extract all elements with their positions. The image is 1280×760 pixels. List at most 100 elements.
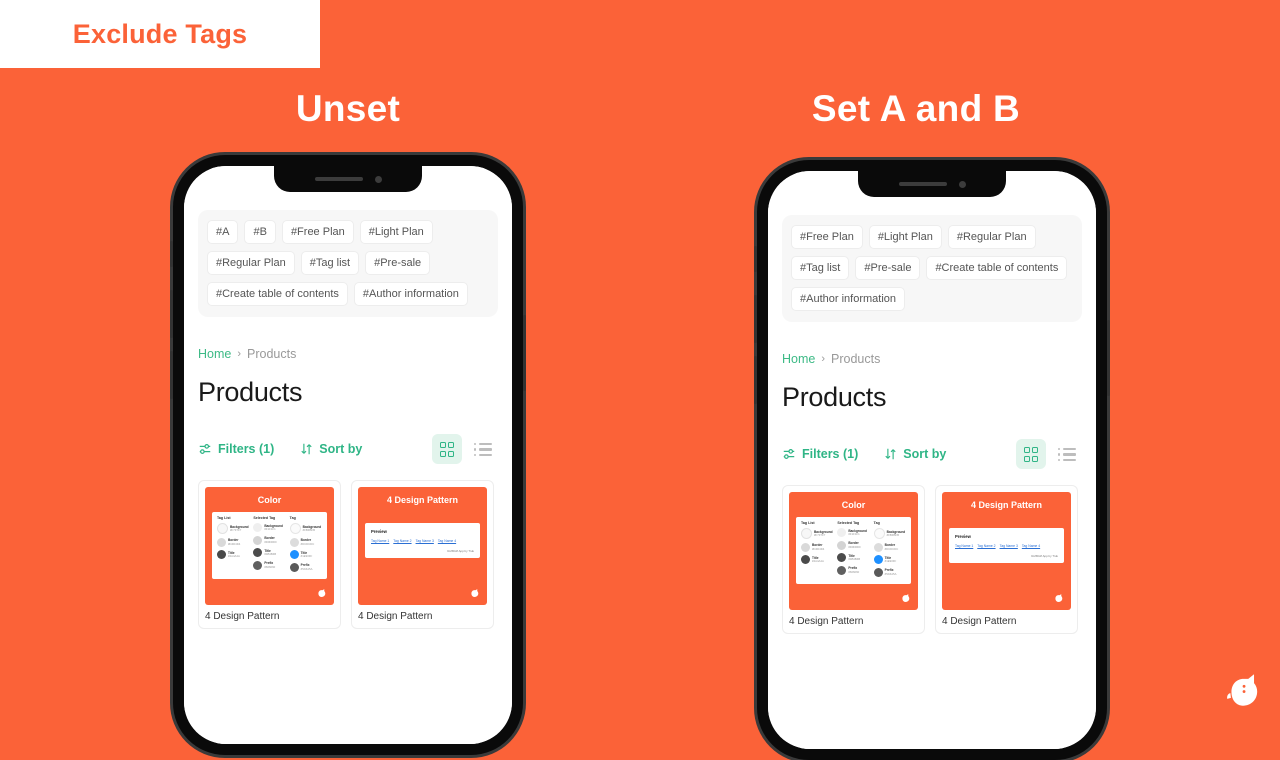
swatch-dot bbox=[217, 537, 226, 547]
swatch-row: Title #4B4B4B bbox=[253, 548, 285, 558]
dog-head-icon bbox=[318, 589, 326, 598]
breadcrumb-current: Products bbox=[831, 352, 881, 367]
grid-view-button[interactable] bbox=[1016, 439, 1046, 470]
list-view-button[interactable] bbox=[1052, 439, 1082, 469]
color-column-head: Tag bbox=[289, 516, 296, 521]
volume-up-button[interactable] bbox=[170, 290, 173, 338]
preview-link[interactable]: Tag Name 1 bbox=[955, 544, 973, 548]
app-viewport-set-a-and-b: #Free Plan #Light Plan #Regular Plan #Ta… bbox=[768, 171, 1096, 749]
swatch-hex: #4A4A4A bbox=[812, 559, 824, 564]
preview-link[interactable]: Tag Name 3 bbox=[416, 539, 434, 543]
swatch-hex: #D4D4D4 bbox=[812, 546, 825, 551]
tag-pill[interactable]: #Regular Plan bbox=[207, 251, 295, 276]
swatch-hex: #D0D0D0 bbox=[264, 539, 277, 544]
panel-title-set-a-and-b: Set A and B bbox=[811, 88, 1021, 129]
swatch-hex: #D0D0D0 bbox=[848, 544, 861, 549]
swatch-dot bbox=[253, 535, 263, 545]
phone-notch bbox=[274, 166, 422, 192]
product-thumbnail: Color Tag List Background #F7F7F7 Border… bbox=[789, 492, 918, 611]
sort-by-button[interactable]: Sort by bbox=[300, 442, 362, 456]
filters-button[interactable]: Filters (1) bbox=[198, 442, 274, 456]
camera-icon bbox=[958, 180, 966, 188]
preview-link[interactable]: Tag Name 1 bbox=[371, 539, 389, 543]
volume-down-button[interactable] bbox=[754, 356, 757, 404]
header-badge-label: Exclude Tags bbox=[72, 18, 248, 49]
color-column-head: Tag List bbox=[217, 516, 231, 521]
swatch-row: Background #FBFBFB bbox=[289, 523, 322, 535]
preview-links: Tag Name 1 Tag Name 2 Tag Name 3 Tag Nam… bbox=[371, 539, 474, 543]
preview-link[interactable]: Tag Name 4 bbox=[438, 539, 456, 543]
preview-link[interactable]: Tag Name 4 bbox=[1022, 544, 1040, 548]
tag-pill[interactable]: #Create table of contents bbox=[926, 256, 1068, 281]
tag-pill[interactable]: #Author information bbox=[791, 287, 905, 312]
preview-link[interactable]: Tag Name 2 bbox=[393, 539, 411, 543]
swatch-hex: #DCDCDC bbox=[884, 546, 899, 551]
swatch-row: Prefix #606060 bbox=[837, 565, 869, 575]
thumbnail-inner-panel: Preview Tag Name 1 Tag Name 2 Tag Name 3… bbox=[949, 528, 1064, 564]
tag-pill[interactable]: #Author information bbox=[353, 282, 468, 307]
silent-switch[interactable] bbox=[754, 246, 757, 272]
color-column-head: Tag List bbox=[801, 521, 815, 526]
tag-pill[interactable]: #Pre-sale bbox=[365, 251, 431, 276]
product-caption: 4 Design Pattern bbox=[789, 616, 864, 628]
panel-title-unset: Unset bbox=[295, 88, 401, 129]
tag-pill[interactable]: #Regular Plan bbox=[947, 225, 1036, 250]
color-column: Tag Background #FBFBFB Border #DCDCDC Ti… bbox=[873, 521, 906, 580]
grid-view-button[interactable] bbox=[432, 434, 462, 465]
power-button[interactable] bbox=[523, 315, 526, 391]
product-card[interactable]: 4 Design Pattern Preview Tag Name 1 Tag … bbox=[935, 485, 1078, 635]
tag-pill[interactable]: #B bbox=[244, 220, 276, 245]
tag-pill[interactable]: #Free Plan bbox=[281, 220, 354, 245]
volume-down-button[interactable] bbox=[170, 351, 173, 399]
volume-up-button[interactable] bbox=[754, 295, 757, 343]
swatch-row: Prefix #5A5A5A bbox=[873, 567, 906, 577]
swatch-dot bbox=[837, 565, 847, 575]
silent-switch[interactable] bbox=[170, 241, 173, 267]
breadcrumb-home-link[interactable]: Home bbox=[782, 352, 815, 366]
product-card[interactable]: 4 Design Pattern Preview Tag Name 1 Tag … bbox=[351, 480, 494, 630]
sort-by-button[interactable]: Sort by bbox=[884, 447, 946, 461]
tag-pill[interactable]: #Tag list bbox=[791, 256, 850, 281]
sort-by-label: Sort by bbox=[319, 442, 363, 457]
tag-pill[interactable]: #Create table of contents bbox=[207, 282, 348, 307]
camera-icon bbox=[374, 175, 382, 183]
preview-link[interactable]: Tag Name 3 bbox=[1000, 544, 1018, 548]
tag-pill[interactable]: #Light Plan bbox=[359, 220, 433, 245]
swatch-row: Title #1E90FF bbox=[289, 550, 322, 560]
page-title: Products bbox=[782, 382, 887, 413]
swatch-dot bbox=[253, 560, 263, 570]
swatch-hex: #F1F1F1 bbox=[848, 532, 860, 537]
swatch-hex: #F1F1F1 bbox=[264, 527, 276, 532]
swatch-dot bbox=[289, 550, 299, 560]
product-grid: Color Tag List Background #F7F7F7 Border… bbox=[782, 485, 1082, 635]
swatch-row: Background #F1F1F1 bbox=[253, 523, 285, 533]
product-thumbnail: 4 Design Pattern Preview Tag Name 1 Tag … bbox=[942, 492, 1071, 611]
filters-button[interactable]: Filters (1) bbox=[782, 447, 858, 461]
tag-pill[interactable]: #A bbox=[207, 220, 239, 245]
tag-pill[interactable]: #Light Plan bbox=[868, 225, 942, 250]
product-card[interactable]: Color Tag List Background #F7F7F7 Border… bbox=[782, 485, 925, 635]
filters-label: Filters (1) bbox=[802, 447, 859, 462]
breadcrumb-home-link[interactable]: Home bbox=[198, 347, 231, 361]
preview-heading: Preview bbox=[371, 529, 387, 535]
swatch-row: Title #1E90FF bbox=[873, 555, 906, 565]
preview-link[interactable]: Tag Name 2 bbox=[977, 544, 995, 548]
swatch-dot bbox=[289, 562, 299, 572]
swatch-row: Border #D0D0D0 bbox=[253, 535, 285, 545]
swatch-dot bbox=[873, 542, 883, 552]
power-button[interactable] bbox=[1107, 320, 1110, 396]
swatch-row: Title #4A4A4A bbox=[217, 550, 249, 560]
tag-pill[interactable]: #Pre-sale bbox=[855, 256, 921, 281]
color-column: Tag List Background #F7F7F7 Border #D4D4… bbox=[801, 521, 833, 580]
product-thumbnail: Color Tag List Background #F7F7F7 Border… bbox=[205, 487, 334, 606]
tag-pill[interactable]: #Tag list bbox=[300, 251, 360, 276]
color-column-head: Selected Tag bbox=[837, 521, 860, 526]
product-card[interactable]: Color Tag List Background #F7F7F7 Border… bbox=[198, 480, 341, 630]
swatch-row: Border #D0D0D0 bbox=[837, 540, 869, 550]
swatch-dot bbox=[801, 555, 810, 565]
color-column: Selected Tag Background #F1F1F1 Border #… bbox=[837, 521, 869, 580]
tag-pill[interactable]: #Free Plan bbox=[791, 225, 863, 250]
list-view-button[interactable] bbox=[468, 434, 498, 464]
swatch-dot bbox=[801, 542, 810, 552]
swatch-hex: #FBFBFB bbox=[302, 528, 315, 533]
